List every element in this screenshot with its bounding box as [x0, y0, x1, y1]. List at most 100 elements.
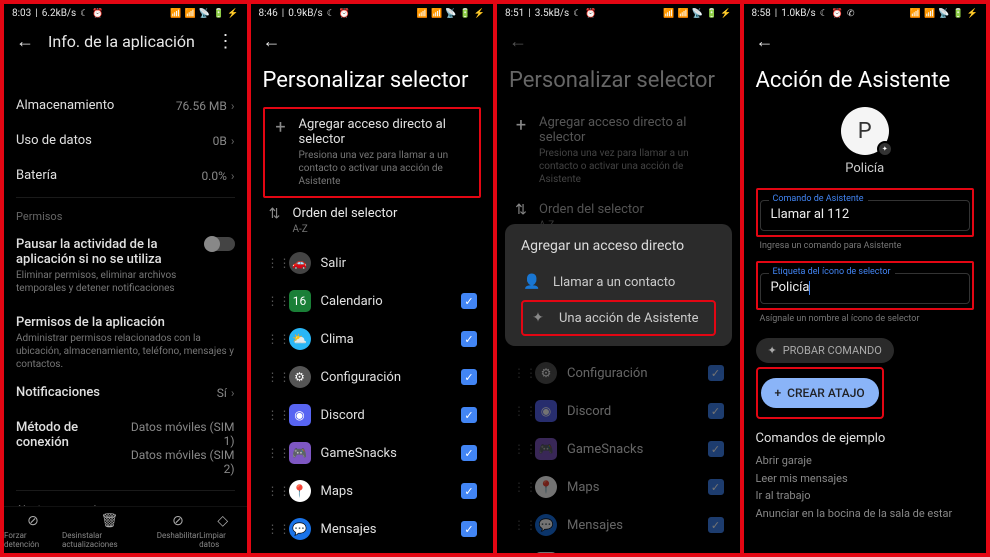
drag-handle-icon[interactable]: ⋮⋮ [267, 446, 279, 460]
chevron-right-icon: › [231, 169, 235, 183]
app-icon: ⚙ [289, 366, 311, 388]
app-item[interactable]: ⋮⋮ ⚙ Configuración ✓ [263, 358, 482, 396]
back-icon[interactable]: ← [16, 31, 34, 52]
page-title: Acción de Asistente [756, 68, 975, 93]
examples-heading: Comandos de ejemplo [756, 431, 975, 446]
app-label: Maps [321, 484, 452, 499]
uninstall-button[interactable]: 🗑Desinstalar actualizaciones [62, 513, 157, 549]
add-shortcut-row[interactable]: + Agregar acceso directo al selector Pre… [263, 107, 482, 198]
app-icon: 🎮 [289, 442, 311, 464]
test-command-button[interactable]: ✦ PROBAR COMANDO [756, 338, 894, 363]
create-shortcut-button[interactable]: + CREAR ATAJO [761, 378, 879, 408]
whatsapp-icon: ✆ [847, 9, 855, 19]
app-icon: ▦ [535, 552, 557, 553]
app-item[interactable]: ⋮⋮▦Noticias✓ [263, 548, 482, 553]
checkbox: ✓ [708, 365, 724, 381]
checkbox[interactable]: ✓ [461, 521, 477, 537]
icon-label-input[interactable]: Etiqueta del ícono de selector Policía [760, 273, 971, 304]
back-icon[interactable]: ← [263, 31, 281, 52]
checkbox: ✓ [708, 479, 724, 495]
checkbox[interactable]: ✓ [461, 331, 477, 347]
row-app-permissions[interactable]: Permisos de la aplicación Administrar pe… [16, 305, 235, 375]
app-item[interactable]: ⋮⋮ 📍 Maps ✓ [263, 472, 482, 510]
more-icon[interactable]: ⋮ [217, 31, 235, 52]
app-icon: 🎮 [535, 438, 557, 460]
text-cursor [809, 281, 810, 295]
statusbar: 8:03 | 6.2kB/s ☾ ⏰ 📶 📶 📡 🔋 ⚡ [4, 4, 247, 21]
app-label: Mensajes [321, 522, 452, 537]
sort-row[interactable]: ⇅ Orden del selectorA-Z [263, 198, 482, 244]
checkbox[interactable]: ✓ [461, 483, 477, 499]
section-permissions: Permisos [16, 210, 235, 223]
add-shortcut-dialog: Agregar un acceso directo 👤 Llamar a un … [505, 224, 732, 346]
status-speed: 6.2kB/s [42, 8, 76, 19]
sort-icon: ⇅ [513, 202, 529, 218]
drag-handle-icon[interactable]: ⋮⋮ [267, 522, 279, 536]
drag-handle-icon[interactable]: ⋮⋮ [267, 256, 279, 270]
panel-customize-launcher-modal: 8:51|3.5kB/s☾⏰ 📶📶📡🔋⚡ ← Personalizar sele… [497, 4, 740, 553]
option-call-contact[interactable]: 👤 Llamar a un contacto [521, 264, 716, 300]
app-label: GameSnacks [321, 446, 452, 461]
example-command: Leer mis mensajes [756, 470, 975, 488]
app-label: Configuración [321, 370, 452, 385]
bolt-icon: ⚡ [227, 9, 238, 19]
row-storage[interactable]: Almacenamiento 76.56 MB› [16, 88, 235, 123]
chevron-right-icon: › [231, 99, 235, 113]
checkbox[interactable]: ✓ [461, 293, 477, 309]
app-item[interactable]: ⋮⋮⛅Clima✓ [263, 320, 482, 358]
app-item[interactable]: ⋮⋮🚗Salir [263, 244, 482, 282]
example-command: Ir al trabajo [756, 487, 975, 505]
row-notifications[interactable]: Notificaciones Sí› [16, 375, 235, 410]
app-item[interactable]: ⋮⋮◉Discord✓ [263, 396, 482, 434]
app-item: ⋮⋮ ⚙ Configuración ✓ [509, 354, 728, 392]
drag-handle-icon[interactable]: ⋮⋮ [267, 332, 279, 346]
battery-icon: 🔋 [213, 9, 224, 19]
header: ← Info. de la aplicación ⋮ [4, 21, 247, 58]
disable-button[interactable]: ⊘Deshabilitar [157, 513, 199, 549]
app-icon: 16 [289, 290, 311, 312]
command-input[interactable]: Comando de Asistente Llamar al 112 [760, 200, 971, 231]
drag-handle-icon[interactable]: ⋮⋮ [267, 484, 279, 498]
clear-data-button[interactable]: ◇Limpiar datos [199, 513, 246, 549]
row-battery[interactable]: Batería 0.0%› [16, 158, 235, 193]
chevron-right-icon: › [231, 386, 235, 400]
signal-icon: 📶 [185, 9, 196, 19]
example-command: Abrir garaje [756, 452, 975, 470]
app-item[interactable]: ⋮⋮💬Mensajes✓ [263, 510, 482, 548]
row-pause-activity[interactable]: Pausar la actividad de la aplicación si … [16, 227, 235, 305]
option-assistant-action[interactable]: ✦ Una acción de Asistente [521, 300, 716, 336]
app-item: ⋮⋮📍Maps✓ [509, 468, 728, 506]
panel-assistant-action: 8:58|1.0kB/s☾⏰✆ 📶📶📡🔋⚡ ← Acción de Asiste… [744, 4, 987, 553]
app-icon: ⚙ [535, 362, 557, 384]
chevron-right-icon: › [231, 134, 235, 148]
row-connection[interactable]: Método de conexión Datos móviles (SIM 1)… [16, 410, 235, 486]
row-data[interactable]: Uso de datos 0B› [16, 123, 235, 158]
panel-customize-launcher: 8:46|0.9kB/s☾⏰ 📶📶📡🔋⚡ ← Personalizar sele… [251, 4, 494, 553]
checkbox[interactable]: ✓ [461, 369, 477, 385]
app-item[interactable]: ⋮⋮ 🎮 GameSnacks ✓ [263, 434, 482, 472]
drag-handle-icon[interactable]: ⋮⋮ [267, 408, 279, 422]
drag-handle-icon: ⋮⋮ [513, 366, 525, 380]
wifi-icon: 📡 [199, 9, 210, 19]
toggle-pause[interactable] [205, 237, 235, 251]
plus-icon: + [273, 117, 289, 138]
back-icon[interactable]: ← [509, 31, 527, 52]
drag-handle-icon[interactable]: ⋮⋮ [267, 370, 279, 384]
app-icon: 📍 [289, 480, 311, 502]
drag-handle-icon[interactable]: ⋮⋮ [267, 294, 279, 308]
app-item[interactable]: ⋮⋮16Calendario✓ [263, 282, 482, 320]
app-item: ⋮⋮🎮GameSnacks✓ [509, 430, 728, 468]
plus-icon: + [775, 386, 782, 400]
checkbox[interactable]: ✓ [461, 445, 477, 461]
stop-icon: ⊘ [27, 513, 39, 529]
moon-icon: ☾ [80, 9, 88, 19]
example-command: Anunciar en la bocina de la sala de esta… [756, 505, 975, 523]
page-title: Info. de la aplicación [48, 32, 203, 51]
app-label: Discord [567, 404, 698, 419]
checkbox[interactable]: ✓ [461, 407, 477, 423]
force-stop-button[interactable]: ⊘Forzar detención [4, 513, 62, 549]
app-label: Clima [321, 332, 452, 347]
app-icon: ◉ [289, 404, 311, 426]
app-label: Configuración [567, 366, 698, 381]
back-icon[interactable]: ← [756, 31, 774, 52]
